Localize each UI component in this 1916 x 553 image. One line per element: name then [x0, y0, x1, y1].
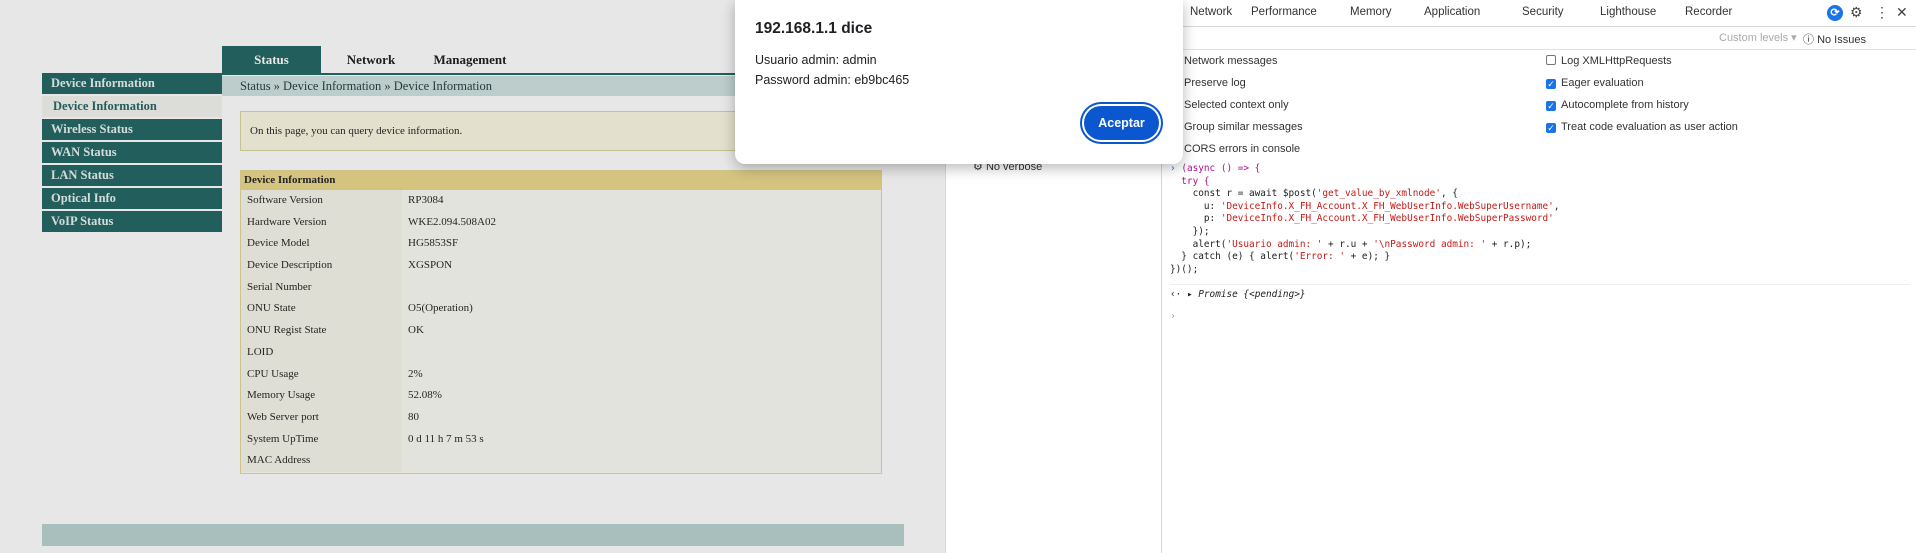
option-group-similar[interactable]: Group similar messages	[1184, 120, 1303, 134]
code-line: try {	[1170, 175, 1210, 187]
tab-performance[interactable]: Performance	[1251, 6, 1317, 18]
alert-dialog: 192.168.1.1 dice Usuario admin: admin Pa…	[735, 0, 1183, 164]
checkbox-icon[interactable]	[1546, 55, 1556, 65]
option-selected-context[interactable]: Selected context only	[1184, 98, 1289, 112]
checkbox-checked-icon[interactable]: ✓	[1546, 101, 1556, 111]
tab-network[interactable]: Network	[1190, 6, 1232, 18]
code-line: p:	[1170, 213, 1221, 225]
dialog-title: 192.168.1.1 dice	[755, 20, 873, 37]
gear-icon[interactable]: ⚙	[1850, 4, 1863, 21]
tab-lighthouse[interactable]: Lighthouse	[1600, 6, 1656, 18]
code-line: } catch (e) { alert(	[1170, 251, 1295, 263]
code-line: alert(	[1170, 238, 1227, 250]
tab-security[interactable]: Security	[1522, 6, 1564, 18]
console-input-echo: › (async () => { try { const r = await $…	[1170, 163, 1910, 276]
console-result[interactable]: ‹· ▸ Promise {<pending>}	[1170, 289, 1306, 300]
code-line: (async () => {	[1181, 163, 1261, 174]
issues-counter[interactable]: ⓘ No Issues	[1803, 31, 1866, 47]
code-line: , {	[1440, 188, 1458, 200]
console-prompt[interactable]: ›	[1170, 311, 1176, 322]
console-separator	[1170, 284, 1910, 285]
option-label: Log XMLHttpRequests	[1561, 55, 1672, 67]
accept-button[interactable]: Aceptar	[1084, 106, 1159, 140]
option-log-xhr[interactable]: Log XMLHttpRequests	[1546, 54, 1672, 68]
expand-triangle-icon[interactable]: ▸	[1187, 289, 1193, 300]
more-options-icon[interactable]: ⋮	[1875, 4, 1889, 21]
code-string: 'Usuario admin: '	[1226, 238, 1323, 250]
tab-application[interactable]: Application	[1424, 6, 1480, 18]
code-line: u:	[1170, 200, 1221, 212]
tab-memory[interactable]: Memory	[1350, 6, 1392, 18]
code-line: + r.p);	[1486, 238, 1532, 250]
prompt-chevron-icon: ›	[1170, 163, 1176, 174]
checkbox-checked-icon[interactable]: ✓	[1546, 123, 1556, 133]
promise-value: Promise {<pending>}	[1198, 289, 1306, 300]
info-icon: ⓘ	[1803, 34, 1814, 46]
code-string: 'DeviceInfo.X_FH_Account.X_FH_WebUserInf…	[1220, 213, 1554, 225]
option-label: Treat code evaluation as user action	[1561, 121, 1738, 133]
dialog-line-password: Password admin: eb9bc465	[755, 73, 910, 87]
dialog-line-user: Usuario admin: admin	[755, 53, 877, 67]
option-cors-errors[interactable]: CORS errors in console	[1184, 142, 1300, 156]
dialog-message: Usuario admin: admin Password admin: eb9…	[755, 50, 909, 90]
code-line: const r = await $post(	[1170, 188, 1317, 200]
tab-recorder[interactable]: Recorder	[1685, 6, 1732, 18]
account-icon[interactable]: ⟳	[1827, 5, 1843, 21]
code-line: + r.u +	[1322, 238, 1374, 250]
code-string: '\nPassword admin: '	[1373, 238, 1487, 250]
issues-label: No Issues	[1817, 34, 1866, 46]
option-label: Eager evaluation	[1561, 77, 1644, 89]
option-network-messages[interactable]: Network messages	[1184, 54, 1278, 68]
code-line: })();	[1170, 263, 1199, 275]
option-treat-code-eval[interactable]: ✓ Treat code evaluation as user action	[1546, 120, 1738, 134]
close-icon[interactable]: ✕	[1896, 4, 1908, 21]
option-label: Autocomplete from history	[1561, 99, 1689, 111]
code-string: 'DeviceInfo.X_FH_Account.X_FH_WebUserInf…	[1220, 200, 1554, 212]
option-autocomplete-history[interactable]: ✓ Autocomplete from history	[1546, 98, 1689, 112]
checkbox-checked-icon[interactable]: ✓	[1546, 79, 1556, 89]
prompt-chevron-icon: ›	[1170, 311, 1177, 322]
option-eager-evaluation[interactable]: ✓ Eager evaluation	[1546, 76, 1644, 90]
code-string: 'get_value_by_xmlnode'	[1316, 188, 1441, 200]
log-levels-dropdown[interactable]: Custom levels ▾	[1719, 31, 1797, 44]
return-arrow-icon: ‹·	[1170, 289, 1182, 300]
code-line: });	[1170, 225, 1210, 237]
code-line: + e); }	[1345, 251, 1391, 263]
code-string: 'Error: '	[1294, 251, 1345, 263]
option-preserve-log[interactable]: Preserve log	[1184, 76, 1246, 90]
code-line: ,	[1553, 200, 1560, 212]
